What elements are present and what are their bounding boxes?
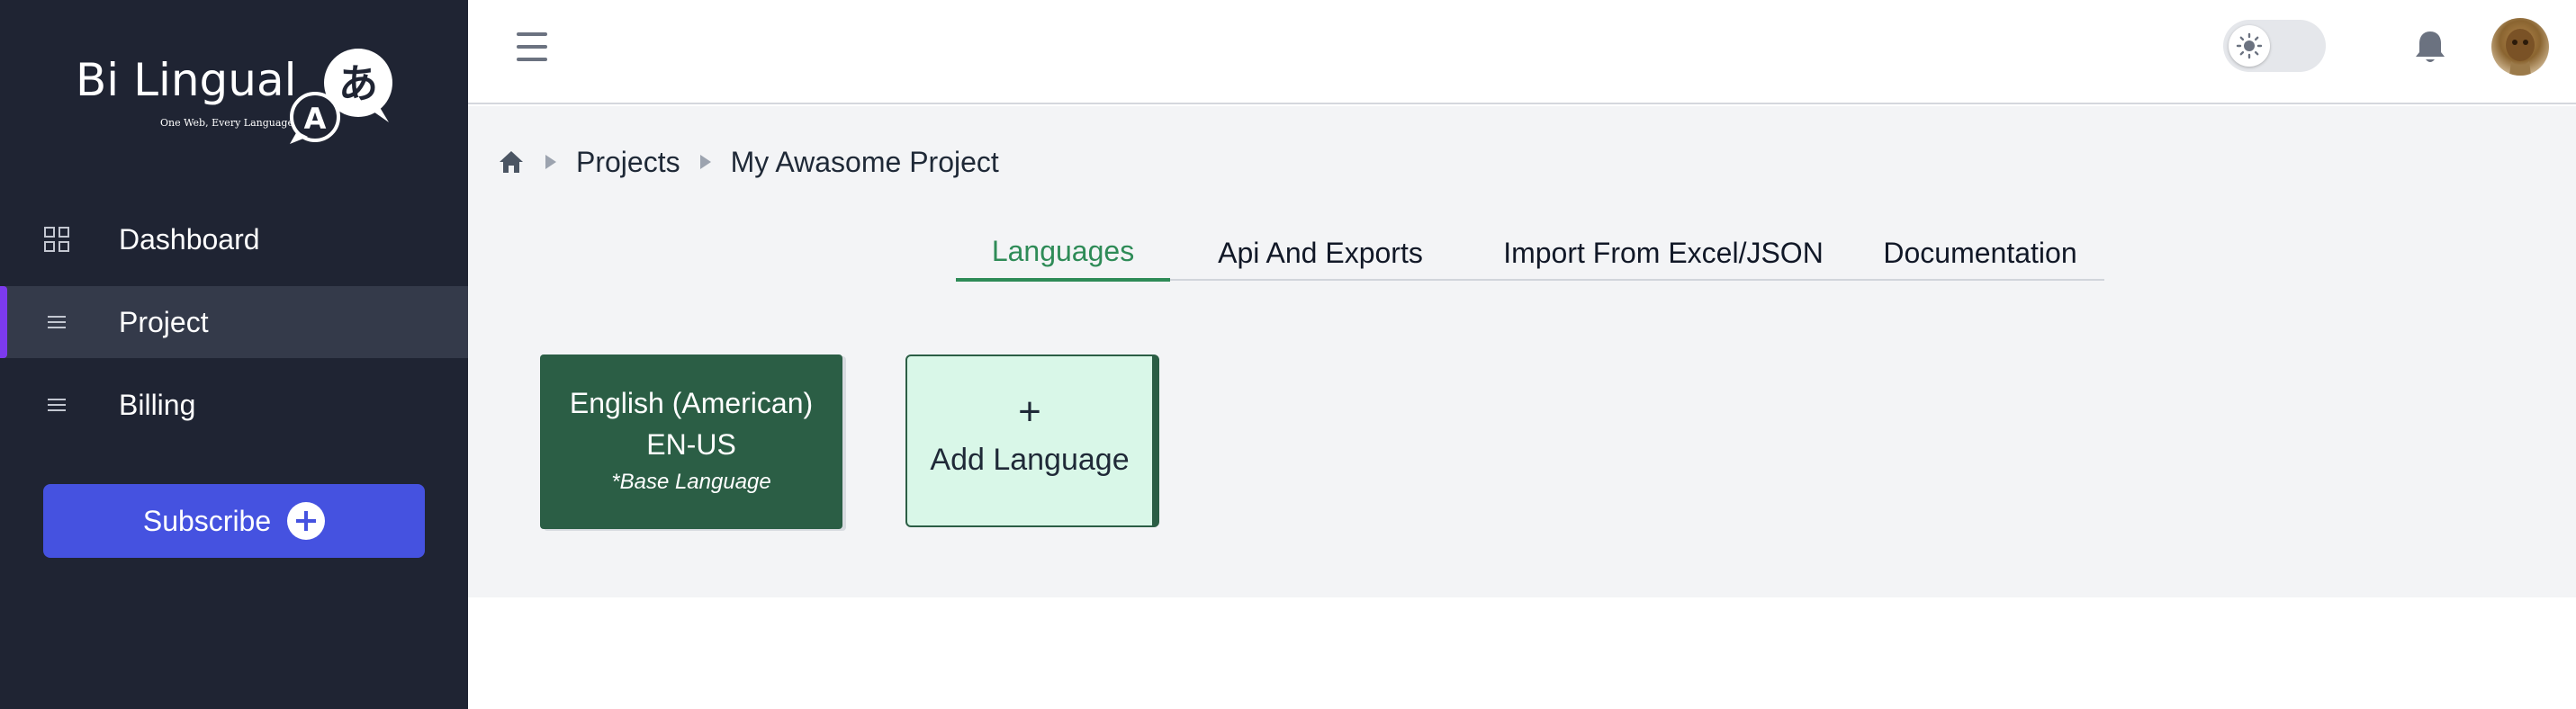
subscribe-button[interactable]: Subscribe (43, 484, 425, 558)
sidebar-item-label: Project (119, 305, 209, 338)
logo-tagline: One Web, Every Language (160, 117, 293, 129)
add-language-button[interactable]: + Add Language (905, 354, 1159, 527)
bell-icon[interactable] (2414, 29, 2446, 65)
breadcrumb-separator-icon (699, 155, 711, 169)
home-icon[interactable] (497, 148, 526, 176)
breadcrumb-separator-icon (545, 155, 556, 169)
sidebar-item-label: Billing (119, 388, 196, 421)
tab-import[interactable]: Import From Excel/JSON (1492, 225, 1834, 281)
tab-documentation[interactable]: Documentation (1872, 225, 2088, 281)
breadcrumb-current: My Awasome Project (730, 145, 999, 178)
page-footer-area (468, 597, 2576, 709)
language-card-en-us[interactable]: English (American) EN-US *Base Language (540, 354, 842, 529)
theme-toggle[interactable] (2223, 20, 2326, 72)
language-name: English (American) (569, 387, 814, 419)
active-indicator (0, 286, 7, 358)
sun-icon (2229, 25, 2270, 67)
sidebar-item-dashboard[interactable]: Dashboard (0, 203, 468, 275)
sidebar-item-label: Dashboard (119, 222, 260, 256)
subscribe-label: Subscribe (142, 504, 272, 537)
logo-text: Bi Lingual (76, 54, 297, 106)
avatar[interactable] (2491, 18, 2549, 76)
breadcrumb-projects[interactable]: Projects (576, 146, 680, 179)
sidebar-item-billing[interactable]: Billing (0, 369, 468, 441)
list-icon (42, 308, 71, 337)
list-icon (42, 390, 71, 419)
tab-bar: Languages Api And Exports Import From Ex… (956, 225, 2104, 282)
logo[interactable]: Bi Lingual One Web, Every Language あ A (76, 45, 400, 153)
tab-api-and-exports[interactable]: Api And Exports (1204, 225, 1437, 281)
breadcrumb: Projects My Awasome Project (497, 142, 999, 182)
speech-bubbles-icon: あ A (290, 49, 392, 144)
plus-circle-icon (287, 502, 326, 540)
logo-glyph-jp: あ (338, 61, 378, 107)
add-language-label: Add Language (930, 443, 1130, 477)
plus-icon: + (1018, 390, 1041, 434)
grid-icon (42, 225, 71, 254)
tab-languages[interactable]: Languages (956, 225, 1170, 282)
base-language-note: *Base Language (611, 470, 771, 494)
logo-glyph-a: A (304, 102, 327, 136)
sidebar-item-project[interactable]: Project (0, 286, 468, 358)
language-code: EN-US (646, 428, 736, 461)
hamburger-icon[interactable] (515, 29, 551, 65)
sidebar: Bi Lingual One Web, Every Language あ A D… (0, 0, 468, 709)
